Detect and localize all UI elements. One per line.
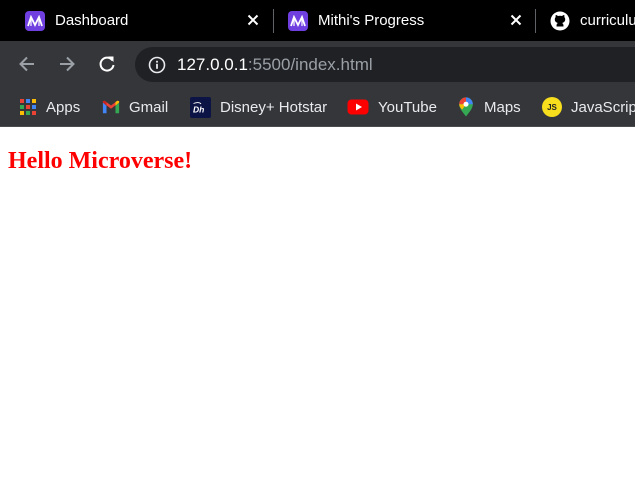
reload-button[interactable] — [96, 53, 118, 75]
forward-arrow-icon — [60, 56, 75, 72]
bookmark-label: YouTube — [378, 98, 437, 116]
bookmark-youtube[interactable]: YouTube — [347, 88, 437, 126]
tab-title: Dashboard — [55, 12, 129, 29]
bookmark-label: Maps — [484, 98, 521, 116]
bookmark-disney-hotstar[interactable]: Dh Disney+ Hotstar — [190, 88, 327, 126]
hotstar-icon: Dh — [190, 96, 211, 118]
tab-separator — [535, 9, 536, 33]
maps-icon — [457, 97, 475, 117]
url-path: :5500/index.html — [247, 54, 373, 74]
tab-title: curriculu — [580, 12, 635, 29]
bookmark-gmail[interactable]: Gmail — [102, 88, 168, 126]
forward-button[interactable] — [56, 53, 78, 75]
tab-strip: Dashboard Mithi's Progress curriculu — [0, 0, 635, 41]
tab-mithis-progress[interactable]: Mithi's Progress — [288, 0, 533, 41]
bookmark-maps[interactable]: Maps — [457, 88, 521, 126]
bookmark-apps[interactable]: Apps — [19, 88, 80, 126]
gmail-icon — [102, 98, 120, 116]
bookmarks-bar: Apps Gmail Dh Disney+ Hotstar YouTube Ma… — [0, 88, 635, 127]
microverse-icon — [288, 10, 308, 31]
close-icon[interactable] — [245, 12, 261, 28]
site-info-icon[interactable] — [148, 56, 166, 74]
back-arrow-icon — [19, 56, 34, 72]
page-content: Hello Microverse! — [0, 127, 635, 483]
apps-grid-icon — [19, 98, 37, 116]
tab-title: Mithi's Progress — [318, 12, 425, 29]
javascript-icon: JS — [542, 97, 562, 117]
url-host: 127.0.0.1 — [177, 54, 248, 74]
address-bar[interactable]: 127.0.0.1:5500/index.html — [135, 47, 635, 82]
bookmark-label: Apps — [46, 98, 81, 116]
bookmark-label: Disney+ Hotstar — [220, 98, 328, 116]
browser-toolbar: 127.0.0.1:5500/index.html — [0, 41, 635, 88]
close-icon[interactable] — [508, 12, 524, 28]
url-text[interactable]: 127.0.0.1:5500/index.html — [177, 55, 373, 75]
svg-text:JS: JS — [547, 103, 557, 112]
github-icon — [550, 11, 570, 31]
reload-icon — [99, 56, 115, 72]
youtube-icon — [347, 98, 369, 116]
tab-curriculum[interactable]: curriculu — [550, 0, 635, 41]
tab-dashboard[interactable]: Dashboard — [25, 0, 270, 41]
bookmark-javascript[interactable]: JS JavaScript — [542, 88, 635, 126]
page-heading: Hello Microverse! — [8, 148, 193, 174]
bookmark-label: Gmail — [129, 98, 169, 116]
back-button[interactable] — [16, 53, 38, 75]
svg-text:Dh: Dh — [193, 104, 204, 114]
microverse-icon — [25, 10, 45, 31]
tab-separator — [273, 9, 274, 33]
bookmark-label: JavaScript — [571, 98, 635, 116]
